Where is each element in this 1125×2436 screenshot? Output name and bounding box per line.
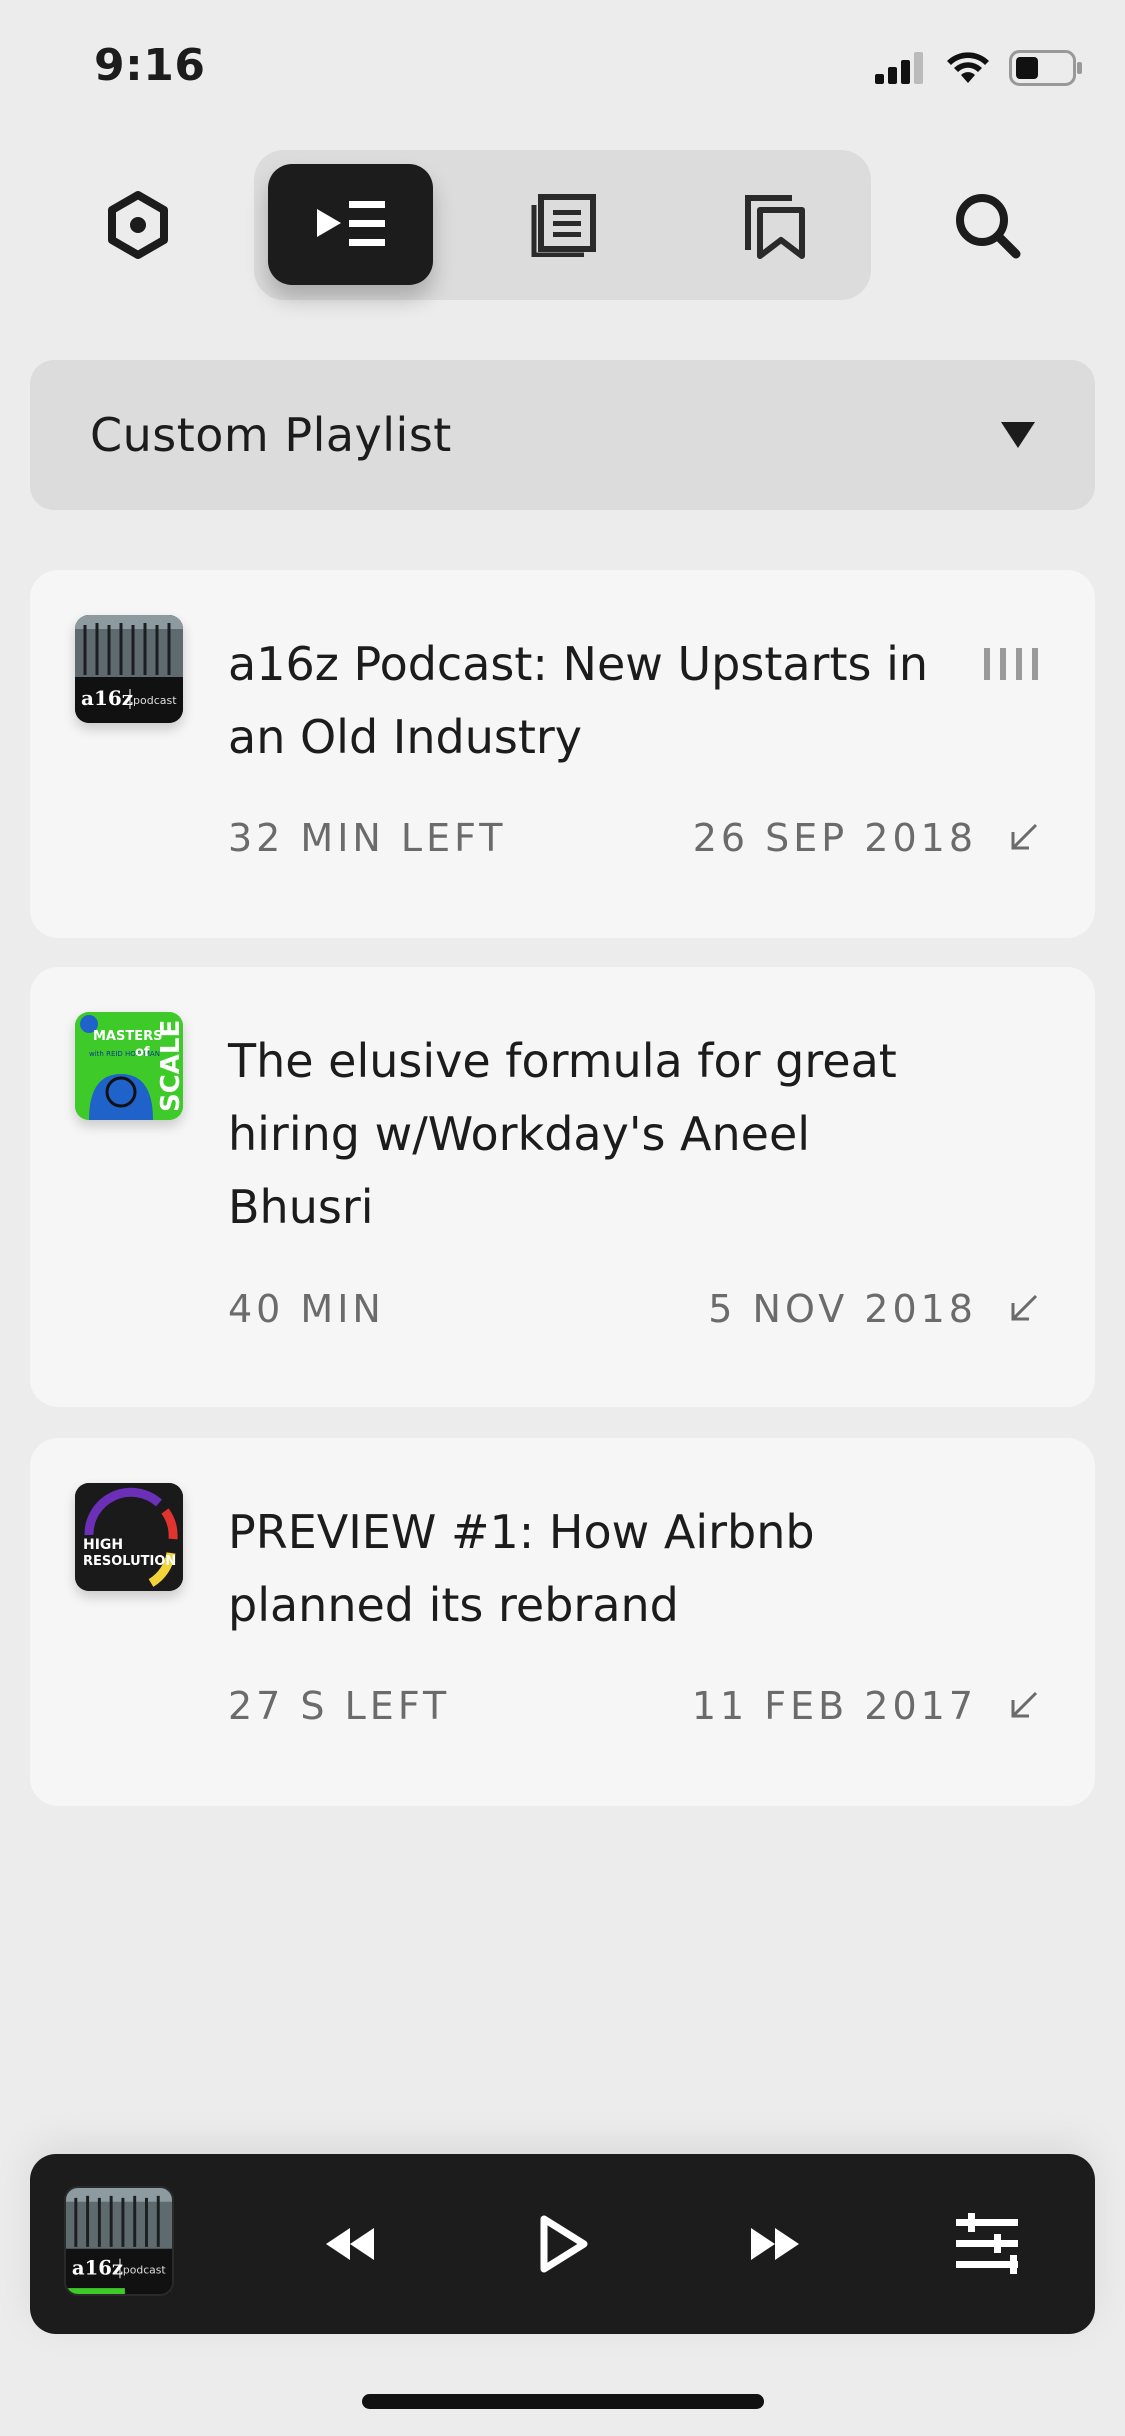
- bookmarks-icon: [744, 194, 805, 259]
- arrow-down-left-icon[interactable]: [1009, 1690, 1039, 1720]
- cellular-signal-icon: [875, 52, 923, 84]
- episode-card[interactable]: MASTERS with REID HOFFMAN of SCALE The e…: [30, 967, 1095, 1407]
- mini-player: a16z podcast: [30, 2154, 1095, 2334]
- up-next-queue-icon: [316, 200, 385, 246]
- play-icon: [540, 2215, 588, 2273]
- playlist-dropdown[interactable]: Custom Playlist: [30, 360, 1095, 510]
- triangle-down-icon: [1001, 422, 1035, 448]
- podcast-artwork-masters-of-scale: MASTERS with REID HOFFMAN of SCALE: [75, 1012, 183, 1120]
- playlist-dropdown-label: Custom Playlist: [90, 408, 452, 462]
- svg-text:a16z: a16z: [81, 686, 133, 710]
- search-button[interactable]: [932, 170, 1042, 280]
- status-icons: [875, 50, 1083, 86]
- podcast-artwork-a16z: a16z podcast: [75, 615, 183, 723]
- rewind-icon: [326, 2228, 374, 2260]
- hexagon-icon: [108, 191, 168, 259]
- in-progress-indicator-icon: [984, 648, 1038, 680]
- arrow-down-left-icon[interactable]: [1009, 822, 1039, 852]
- episode-date: 26 SEP 2018: [692, 816, 977, 860]
- notes-list-icon: [531, 193, 596, 257]
- episode-title: The elusive formula for great hiring w/W…: [228, 1034, 897, 1234]
- now-playing-artwork[interactable]: a16z podcast: [64, 2186, 174, 2296]
- episode-card[interactable]: a16z podcast a16z Podcast: New Upstarts …: [30, 570, 1095, 938]
- episode-duration: 40 MIN: [228, 1287, 385, 1331]
- svg-text:of: of: [135, 1045, 150, 1060]
- svg-text:RESOLUTION: RESOLUTION: [83, 1554, 176, 1569]
- podcast-artwork-high-resolution: HIGH RESOLUTION: [75, 1483, 183, 1591]
- wifi-icon: [947, 52, 989, 83]
- status-bar: 9:16: [0, 0, 1125, 135]
- episode-title: a16z Podcast: New Upstarts in an Old Ind…: [228, 637, 929, 764]
- episode-time-remaining: 32 MIN LEFT: [228, 816, 507, 860]
- episode-time-remaining: 27 S LEFT: [228, 1684, 451, 1728]
- view-segmented-control: [254, 150, 871, 300]
- play-button[interactable]: [518, 2199, 608, 2289]
- episode-card[interactable]: HIGH RESOLUTION PREVIEW #1: How Airbnb p…: [30, 1438, 1095, 1806]
- status-time: 9:16: [94, 40, 206, 91]
- svg-text:a16z: a16z: [72, 2256, 123, 2279]
- playlist-settings-icon: [956, 2213, 1018, 2274]
- svg-text:MASTERS: MASTERS: [93, 1029, 162, 1044]
- top-toolbar: [0, 150, 1125, 300]
- fast-forward-button[interactable]: [730, 2199, 820, 2289]
- tab-up-next[interactable]: [268, 164, 433, 285]
- rewind-button[interactable]: [305, 2199, 395, 2289]
- episode-title: PREVIEW #1: How Airbnb planned its rebra…: [228, 1505, 815, 1632]
- svg-text:SCALE: SCALE: [156, 1020, 183, 1112]
- settings-button[interactable]: [83, 170, 193, 280]
- arrow-down-left-icon[interactable]: [1009, 1293, 1039, 1323]
- tab-bookmarks[interactable]: [692, 164, 857, 285]
- episode-date: 11 FEB 2017: [691, 1684, 977, 1728]
- home-indicator[interactable]: [362, 2394, 764, 2409]
- svg-text:podcast: podcast: [133, 694, 177, 707]
- battery-icon: [1009, 50, 1082, 86]
- svg-text:podcast: podcast: [123, 2263, 166, 2276]
- svg-text:HIGH: HIGH: [83, 1537, 123, 1553]
- search-icon: [956, 194, 1021, 259]
- fast-forward-icon: [751, 2228, 799, 2260]
- playback-settings-button[interactable]: [942, 2199, 1032, 2289]
- episode-date: 5 NOV 2018: [708, 1287, 977, 1331]
- tab-notes[interactable]: [480, 164, 645, 285]
